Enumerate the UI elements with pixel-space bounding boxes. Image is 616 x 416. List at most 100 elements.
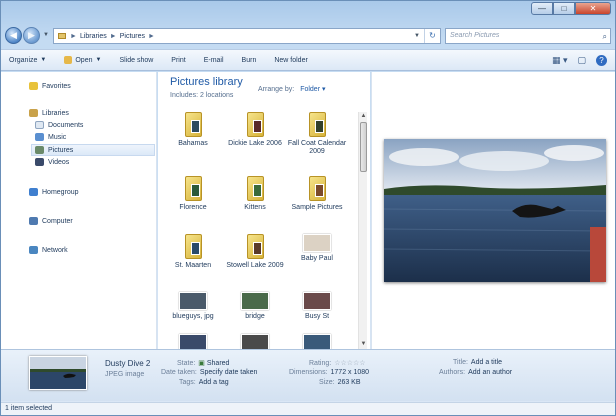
search-icon[interactable]: ⌕ <box>603 30 607 44</box>
organize-button[interactable]: Organize ▼ <box>9 57 46 64</box>
vertical-scrollbar[interactable]: ▲ ▼ <box>358 112 367 349</box>
forward-button[interactable]: ▶ <box>23 27 40 44</box>
slideshow-button[interactable]: Slide show <box>119 57 153 64</box>
arrange-by: Arrange by: Folder ▾ <box>258 85 326 93</box>
date-taken-property: Date taken: Specify date taken <box>161 369 257 376</box>
rating-stars[interactable]: ☆☆☆☆☆ <box>334 360 365 367</box>
folder-icon <box>184 176 202 201</box>
nav-libraries[interactable]: Libraries <box>29 109 69 117</box>
nav-pictures[interactable]: Pictures <box>31 144 155 156</box>
file-item[interactable]: Florence <box>162 176 224 212</box>
breadcrumb-separator[interactable]: ► <box>110 33 117 40</box>
nav-documents[interactable]: Documents <box>35 121 83 129</box>
dimensions-value: 1772 x 1080 <box>330 369 370 376</box>
scroll-down-icon[interactable]: ▼ <box>359 340 368 349</box>
scroll-up-icon[interactable]: ▲ <box>359 112 368 121</box>
maximize-button[interactable]: □ <box>553 2 575 15</box>
authors-property: Authors: Add an author <box>439 369 512 376</box>
nav-network[interactable]: Network <box>29 246 68 254</box>
image-thumbnail <box>241 334 269 349</box>
file-item[interactable]: Stowell Lake 2009 <box>224 234 286 270</box>
email-button[interactable]: E-mail <box>204 57 224 64</box>
file-item[interactable]: Baby Paul <box>286 234 348 263</box>
libraries-icon <box>29 109 38 117</box>
title-value[interactable]: Add a title <box>471 359 502 366</box>
authors-value[interactable]: Add an author <box>468 369 512 376</box>
file-name-label: Stowell Lake 2009 <box>226 262 284 269</box>
recent-pages-dropdown[interactable]: ▼ <box>43 32 49 38</box>
search-placeholder: Search Pictures <box>450 32 500 39</box>
nav-computer[interactable]: Computer <box>29 217 73 225</box>
size-label: Size: <box>319 379 335 386</box>
open-button[interactable]: Open ▼ <box>64 56 101 64</box>
change-view-icon[interactable]: ▦ ▾ <box>552 55 568 66</box>
file-item[interactable]: Busy St <box>286 292 348 321</box>
open-icon <box>64 56 73 64</box>
file-name-label: Florence <box>179 204 207 211</box>
status-bar: 1 item selected <box>1 402 615 415</box>
scroll-thumb[interactable] <box>360 122 367 172</box>
size-property: Size: 263 KB <box>319 379 361 386</box>
new-folder-button[interactable]: New folder <box>274 57 307 64</box>
file-item[interactable]: Sample Pictures <box>286 176 348 212</box>
folder-preview <box>252 242 262 255</box>
state-property: State: ▣ Shared <box>177 359 229 367</box>
back-button[interactable]: ◀ <box>5 27 22 44</box>
file-item[interactable] <box>162 334 224 349</box>
refresh-icon[interactable]: ↻ <box>424 29 440 43</box>
folder-preview <box>252 120 262 133</box>
nav-favorites[interactable]: Favorites <box>29 82 71 90</box>
arrange-dropdown[interactable]: Folder ▾ <box>300 86 325 93</box>
nav-videos[interactable]: Videos <box>35 158 69 166</box>
music-icon <box>35 133 44 141</box>
breadcrumb-separator[interactable]: ► <box>148 33 155 40</box>
file-name-label: Baby Paul <box>301 255 333 262</box>
file-item[interactable] <box>286 334 348 349</box>
breadcrumb-separator[interactable]: ► <box>70 33 77 40</box>
file-name-label: Busy St <box>304 313 330 320</box>
file-item[interactable]: blueguys, jpg <box>162 292 224 321</box>
navigation-pane: Favorites Libraries Documents Music Pict… <box>1 72 157 349</box>
tags-property: Tags: Add a tag <box>179 379 229 386</box>
search-input[interactable]: Search Pictures ⌕ <box>445 28 611 44</box>
address-bar[interactable]: ► Libraries ► Pictures ► ▼ ↻ <box>53 28 441 44</box>
navigation-row: ◀ ▶ ▼ ► Libraries ► Pictures ► ▼ ↻ Searc… <box>5 25 611 47</box>
help-icon[interactable]: ? <box>596 55 607 66</box>
status-text: 1 item selected <box>5 405 53 412</box>
burn-button[interactable]: Burn <box>242 57 257 64</box>
address-dropdown-icon[interactable]: ▼ <box>412 29 422 43</box>
close-button[interactable]: ✕ <box>575 2 611 15</box>
date-taken-value[interactable]: Specify date taken <box>200 369 258 376</box>
minimize-button[interactable]: — <box>531 2 553 15</box>
file-item[interactable]: Fall Coat Calendar 2009 <box>286 112 348 156</box>
file-type: JPEG image <box>105 371 145 378</box>
folder-icon <box>58 33 66 39</box>
print-button[interactable]: Print <box>171 57 185 64</box>
folder-preview <box>314 184 324 197</box>
breadcrumb-libraries[interactable]: Libraries <box>80 33 107 40</box>
file-item[interactable]: Kittens <box>224 176 286 212</box>
date-taken-label: Date taken: <box>161 369 197 376</box>
nav-music[interactable]: Music <box>35 133 66 141</box>
library-locations[interactable]: Includes: 2 locations <box>170 92 233 99</box>
file-name-label: Sample Pictures <box>291 204 343 211</box>
preview-pane-icon[interactable]: ▢ <box>577 55 586 66</box>
file-item[interactable]: St. Maarten <box>162 234 224 270</box>
star-icon <box>29 82 38 90</box>
authors-label: Authors: <box>439 369 466 376</box>
breadcrumb-pictures[interactable]: Pictures <box>120 33 145 40</box>
nav-homegroup[interactable]: Homegroup <box>29 188 79 196</box>
tags-value[interactable]: Add a tag <box>199 379 229 386</box>
image-thumbnail <box>303 334 331 349</box>
dimensions-property: Dimensions: 1772 x 1080 <box>289 369 369 376</box>
nav-label: Libraries <box>42 109 69 117</box>
preview-pane <box>371 72 615 349</box>
title-bar[interactable]: — □ ✕ <box>1 1 615 23</box>
file-item[interactable]: Dickie Lake 2006 <box>224 112 286 148</box>
file-item[interactable]: bridge <box>224 292 286 321</box>
file-name-label: Bahamas <box>178 140 208 147</box>
view-controls: ▦ ▾ ▢ ? <box>542 55 607 66</box>
file-item[interactable]: Bahamas <box>162 112 224 148</box>
library-title: Pictures library <box>170 76 243 88</box>
file-item[interactable] <box>224 334 286 349</box>
